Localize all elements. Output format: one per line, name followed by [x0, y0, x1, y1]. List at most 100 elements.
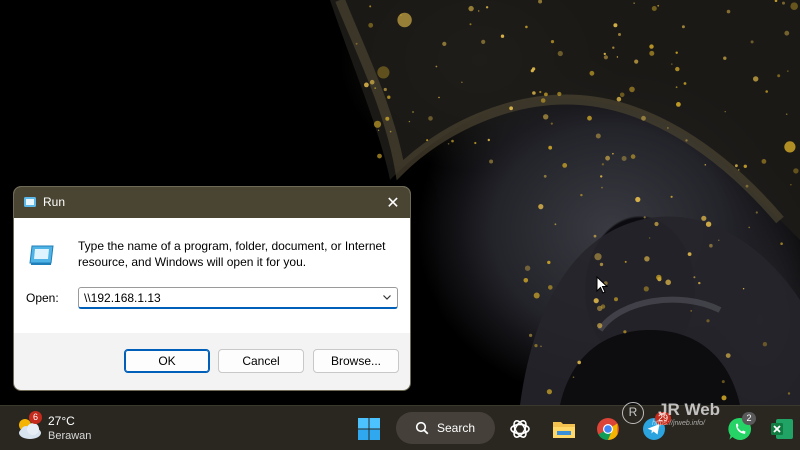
taskbar-search[interactable]: Search	[396, 412, 495, 444]
gold-fleck	[428, 116, 433, 121]
search-icon	[415, 421, 429, 435]
gold-fleck	[701, 215, 707, 221]
gold-fleck	[572, 376, 575, 379]
run-titlebar[interactable]: Run ✕	[14, 187, 410, 218]
close-icon: ✕	[386, 194, 400, 212]
gold-fleck	[397, 12, 412, 28]
gold-fleck	[718, 239, 720, 241]
gold-fleck	[634, 59, 639, 64]
gold-fleck	[790, 2, 798, 11]
gold-fleck	[656, 274, 662, 281]
gold-fleck	[745, 184, 749, 188]
gold-fleck	[435, 65, 438, 68]
gold-fleck	[373, 120, 382, 128]
gold-fleck	[623, 330, 627, 334]
gold-fleck	[601, 163, 605, 166]
gold-fleck	[533, 292, 540, 299]
chrome-icon	[597, 418, 619, 440]
run-program-icon	[29, 245, 54, 265]
gold-fleck	[544, 92, 548, 97]
gold-fleck	[790, 184, 792, 186]
gold-fleck	[580, 193, 583, 197]
gold-fleck	[442, 41, 447, 47]
gold-fleck	[612, 152, 614, 155]
file-explorer-app[interactable]	[550, 415, 578, 443]
gold-fleck	[599, 262, 604, 267]
gold-fleck	[500, 34, 505, 38]
weather-badge: 6	[29, 411, 42, 424]
gold-fleck	[665, 279, 671, 286]
gold-fleck	[724, 111, 726, 113]
gold-fleck	[478, 10, 480, 12]
gold-fleck	[614, 297, 618, 302]
dialog-title: Run	[43, 195, 66, 209]
gold-fleck	[383, 87, 387, 92]
gold-fleck	[597, 323, 603, 329]
gold-fleck	[735, 164, 738, 168]
gold-fleck	[534, 344, 538, 348]
gold-fleck	[600, 175, 603, 178]
gold-fleck	[408, 120, 411, 123]
gold-fleck	[461, 81, 463, 83]
gold-fleck	[400, 14, 402, 16]
gold-fleck	[629, 86, 635, 93]
start-button[interactable]	[355, 415, 383, 443]
gold-fleck	[543, 114, 549, 120]
open-combobox[interactable]: \\192.168.1.13	[78, 287, 398, 309]
gold-fleck	[487, 138, 490, 142]
gold-fleck	[651, 6, 657, 11]
gold-fleck	[624, 260, 627, 263]
gold-fleck	[538, 204, 544, 210]
gold-fleck	[635, 196, 641, 203]
gold-fleck	[681, 25, 685, 29]
chevron-down-icon[interactable]	[381, 291, 393, 303]
gold-fleck	[787, 392, 791, 395]
windows-logo-icon	[358, 418, 380, 440]
gold-fleck	[385, 116, 390, 121]
gold-fleck	[530, 69, 534, 73]
weather-temperature: 27°C	[48, 414, 75, 428]
gold-fleck	[595, 133, 601, 139]
ok-button[interactable]: OK	[124, 349, 210, 373]
gold-fleck	[613, 23, 618, 28]
gold-fleck	[721, 380, 725, 384]
gold-fleck	[451, 139, 454, 143]
gold-fleck	[589, 70, 595, 76]
folder-icon	[553, 422, 575, 438]
gold-fleck	[670, 195, 673, 198]
gold-fleck	[600, 304, 606, 309]
gold-fleck	[593, 298, 599, 304]
open-input[interactable]: \\192.168.1.13	[84, 291, 161, 305]
excel-app[interactable]	[768, 415, 796, 443]
gold-fleck	[780, 242, 783, 245]
gold-fleck	[738, 169, 740, 171]
gold-fleck	[587, 115, 592, 121]
gold-fleck	[725, 353, 731, 358]
gold-fleck	[643, 216, 646, 219]
gold-fleck	[447, 143, 450, 145]
gold-fleck	[612, 46, 615, 49]
gold-fleck	[641, 115, 646, 121]
gold-fleck	[468, 5, 474, 12]
watermark-title: JR Web	[658, 400, 721, 419]
chrome-app[interactable]	[594, 415, 622, 443]
gold-fleck	[782, 1, 785, 5]
dialog-content: Type the name of a program, folder, docu…	[14, 218, 410, 333]
gold-fleck	[543, 174, 547, 178]
gold-fleck	[412, 111, 414, 113]
gold-fleck	[605, 155, 610, 161]
gold-fleck	[786, 70, 789, 72]
gold-fleck	[705, 221, 712, 227]
gold-fleck	[593, 234, 597, 238]
gold-fleck	[481, 39, 486, 45]
mouse-cursor-icon	[596, 276, 608, 294]
gold-fleck	[547, 260, 551, 265]
gold-fleck	[704, 164, 707, 166]
gold-fleck	[554, 223, 557, 226]
gold-fleck	[369, 5, 372, 8]
close-button[interactable]: ✕	[376, 187, 410, 218]
chatgpt-app[interactable]	[506, 415, 534, 443]
gold-fleck	[761, 159, 767, 164]
browse-button[interactable]: Browse...	[313, 349, 399, 373]
cancel-button[interactable]: Cancel	[218, 349, 304, 373]
